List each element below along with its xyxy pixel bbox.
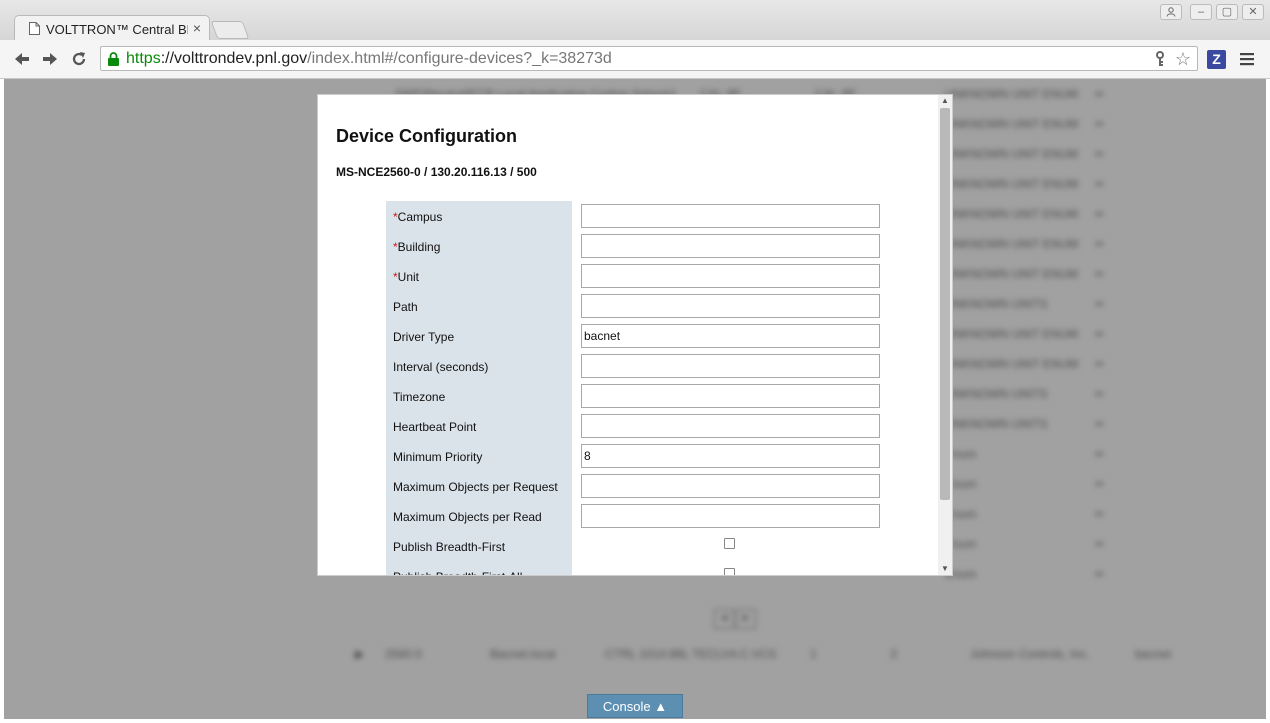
config-input[interactable]	[581, 294, 880, 318]
config-label-text: Publish Breadth-First-All	[393, 570, 522, 575]
device-configuration-modal: Device Configuration MS-NCE2560-0 / 130.…	[317, 94, 953, 576]
config-label: Path	[386, 291, 572, 321]
config-row: *Unit	[386, 261, 890, 291]
config-label-text: Timezone	[393, 390, 446, 404]
config-row: Driver Type	[386, 321, 890, 351]
config-label: Publish Breadth-First	[386, 531, 572, 561]
config-label-text: Campus	[397, 210, 443, 224]
config-input[interactable]	[581, 234, 880, 258]
config-row: Maximum Objects per Read	[386, 501, 890, 531]
config-input[interactable]	[581, 444, 880, 468]
back-button[interactable]	[11, 48, 33, 70]
lock-icon	[108, 52, 119, 66]
config-label-text: Heartbeat Point	[393, 420, 477, 434]
config-row: *Campus	[386, 201, 890, 231]
config-label-text: Minimum Priority	[393, 450, 483, 464]
config-input[interactable]	[581, 474, 880, 498]
menu-icon[interactable]	[1240, 52, 1254, 66]
config-label-text: Maximum Objects per Read	[393, 510, 542, 524]
tab-strip: VOLTTRON™ Central BE × – ▢ ✕	[0, 0, 1270, 41]
key-icon[interactable]	[1153, 51, 1167, 67]
close-window-button[interactable]: ✕	[1242, 4, 1264, 20]
config-checkbox[interactable]	[724, 538, 735, 549]
config-row: Maximum Objects per Request	[386, 471, 890, 501]
config-label: Interval (seconds)	[386, 351, 572, 381]
config-input[interactable]	[581, 384, 880, 408]
address-bar[interactable]: https://volttrondev.pnl.gov/index.html#/…	[100, 46, 1198, 71]
config-row: Path	[386, 291, 890, 321]
config-label: Maximum Objects per Request	[386, 471, 572, 501]
config-row: Publish Breadth-First	[386, 531, 890, 561]
config-checkbox[interactable]	[724, 568, 735, 575]
config-label-text: Unit	[397, 270, 420, 284]
config-label: Maximum Objects per Read	[386, 501, 572, 531]
extension-z-icon[interactable]: Z	[1207, 50, 1226, 69]
config-input[interactable]	[581, 504, 880, 528]
forward-button[interactable]	[39, 48, 61, 70]
profile-icon[interactable]	[1160, 4, 1182, 20]
config-label-text: Interval (seconds)	[393, 360, 489, 374]
modal-scrollbar[interactable]: ▲ ▼	[938, 95, 952, 575]
config-input[interactable]	[581, 324, 880, 348]
tab-title: VOLTTRON™ Central BE	[46, 22, 188, 37]
config-label: Minimum Priority	[386, 441, 572, 471]
config-row: Timezone	[386, 381, 890, 411]
scrollbar-thumb[interactable]	[940, 108, 950, 500]
config-label: Heartbeat Point	[386, 411, 572, 441]
config-label-text: Path	[393, 300, 418, 314]
config-input[interactable]	[581, 354, 880, 378]
config-row: *Building	[386, 231, 890, 261]
new-tab-button[interactable]	[210, 21, 250, 39]
url-text: https://volttrondev.pnl.gov/index.html#/…	[126, 50, 612, 67]
config-row: Publish Breadth-First-All	[386, 561, 890, 575]
browser-toolbar: https://volttrondev.pnl.gov/index.html#/…	[0, 40, 1270, 79]
page-icon	[29, 22, 40, 35]
page-content: SWD/Neutral/ECR Local Application Coding…	[4, 79, 1266, 719]
config-row: Interval (seconds)	[386, 351, 890, 381]
config-label-text: Driver Type	[393, 330, 455, 344]
bookmark-star-icon[interactable]: ☆	[1175, 49, 1191, 69]
maximize-button[interactable]: ▢	[1216, 4, 1238, 20]
config-label: *Campus	[386, 201, 572, 231]
device-identifier: MS-NCE2560-0 / 130.20.116.13 / 500	[336, 165, 537, 179]
reload-icon	[72, 52, 86, 66]
config-input[interactable]	[581, 414, 880, 438]
scroll-down-arrow-icon[interactable]: ▼	[941, 564, 949, 573]
config-label-text: Publish Breadth-First	[393, 540, 506, 554]
config-input[interactable]	[581, 264, 880, 288]
config-row: Minimum Priority	[386, 441, 890, 471]
scroll-up-arrow-icon[interactable]: ▲	[941, 96, 949, 105]
console-button[interactable]: Console ▲	[587, 694, 683, 718]
config-row: Heartbeat Point	[386, 411, 890, 441]
config-label: *Building	[386, 231, 572, 261]
config-label: Driver Type	[386, 321, 572, 351]
minimize-button[interactable]: –	[1190, 4, 1212, 20]
forward-arrow-icon	[43, 53, 57, 65]
browser-tab[interactable]: VOLTTRON™ Central BE ×	[14, 15, 210, 41]
config-label-text: Building	[397, 240, 441, 254]
modal-title: Device Configuration	[336, 126, 518, 146]
config-label: *Unit	[386, 261, 572, 291]
config-input[interactable]	[581, 204, 880, 228]
config-label-text: Maximum Objects per Request	[393, 480, 558, 494]
config-label: Publish Breadth-First-All	[386, 561, 572, 575]
reload-button[interactable]	[68, 48, 90, 70]
back-arrow-icon	[15, 53, 29, 65]
device-config-form: *Campus*Building*Unit Path Driver Type Inte…	[386, 201, 890, 575]
config-label: Timezone	[386, 381, 572, 411]
close-tab-icon[interactable]: ×	[193, 20, 201, 36]
